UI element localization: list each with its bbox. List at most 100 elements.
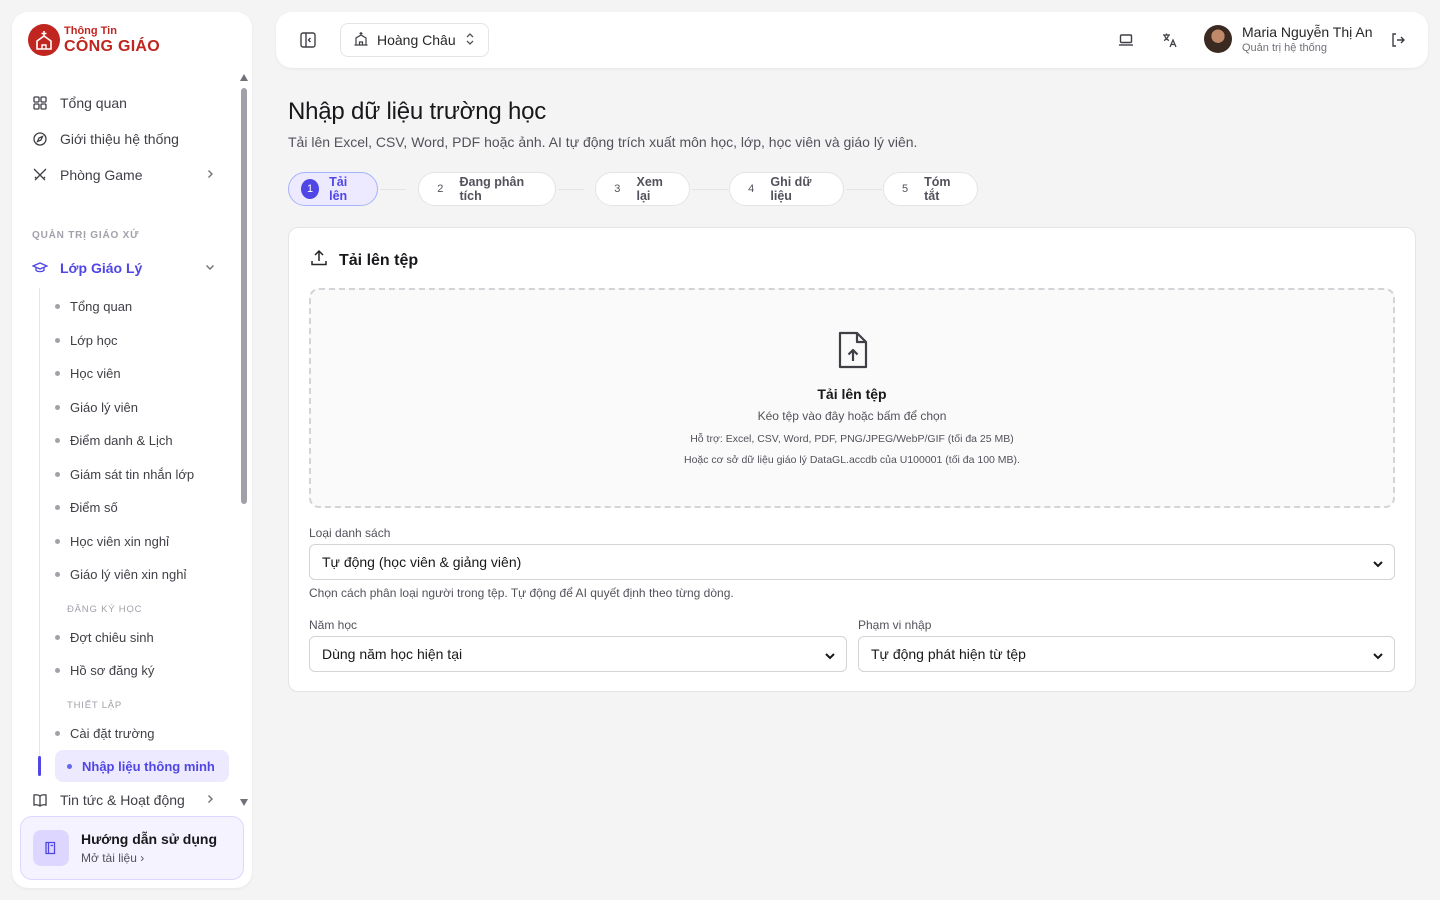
- parish-selector[interactable]: Hoàng Châu: [340, 23, 489, 57]
- import-scope-select[interactable]: Tự động phát hiện từ tệp: [858, 636, 1395, 672]
- page-title: Nhập dữ liệu trường học: [288, 98, 547, 125]
- sidebar-item-game-room[interactable]: Phòng Game: [32, 161, 232, 189]
- file-upload-icon: [836, 330, 870, 375]
- chevron-down-icon: [204, 260, 216, 276]
- sidebar-item-label: Tổng quan: [60, 95, 127, 111]
- sidebar-subitem-label: Giám sát tin nhắn lớp: [70, 466, 195, 482]
- chevrons-up-down-icon: [464, 32, 476, 49]
- sidebar-subitem-smart-import[interactable]: Nhập liệu thông minh: [55, 750, 229, 782]
- step-number: 4: [748, 183, 755, 195]
- sidebar-subitem[interactable]: Giáo lý viên: [55, 393, 138, 421]
- list-type-value: Tự động (học viên & giảng viên): [322, 554, 522, 570]
- grid-icon: [32, 95, 48, 111]
- sidebar-subitem-label: Giáo lý viên: [70, 399, 138, 415]
- step-label: Tóm tắt: [924, 175, 951, 203]
- chevron-right-small-icon: ›: [140, 851, 145, 865]
- step-connector: [846, 189, 882, 190]
- list-type-label: Loại danh sách: [309, 526, 391, 540]
- swords-icon: [32, 167, 48, 183]
- sidebar-subitem[interactable]: Học viên xin nghỉ: [55, 527, 169, 555]
- guide-open-docs-link[interactable]: Mở tài liệu ›: [81, 851, 217, 865]
- step-number: 2: [437, 183, 444, 195]
- laptop-icon[interactable]: [1116, 30, 1136, 50]
- scroll-up-arrow-icon[interactable]: [240, 74, 248, 81]
- card-title: Tải lên tệp: [339, 251, 419, 269]
- dropzone-supported-formats: Hỗ trợ: Excel, CSV, Word, PDF, PNG/JPEG/…: [690, 433, 1014, 445]
- translate-icon[interactable]: [1160, 30, 1180, 50]
- section-enrollment: ĐĂNG KÝ HỌC: [67, 604, 143, 615]
- bullet-dot: [55, 370, 60, 376]
- parish-name: Hoàng Châu: [377, 32, 456, 48]
- sidebar-subitem[interactable]: Điểm số: [55, 493, 118, 521]
- sidebar-item-label: Tin tức & Hoạt động: [60, 792, 185, 808]
- list-type-select[interactable]: Tự động (học viên & giảng viên): [309, 544, 1395, 580]
- chevron-right-icon: [204, 167, 216, 183]
- sidebar-subitem-label: Điểm danh & Lịch: [70, 432, 173, 448]
- step-number: 3: [614, 183, 621, 195]
- dropzone-description: Kéo tệp vào đây hoặc bấm để chọn: [757, 409, 947, 423]
- book-icon: [33, 830, 69, 866]
- import-stepper: 1 Tải lên 2 Đang phân tích 3 Xem lại 4 G…: [288, 172, 1008, 206]
- sidebar-subitem[interactable]: Hồ sơ đăng ký: [55, 656, 154, 684]
- sidebar-item-label: Phòng Game: [60, 167, 143, 183]
- sidebar-item-label: Giới thiệu hệ thống: [60, 131, 179, 147]
- sidebar-subitem[interactable]: Giám sát tin nhắn lớp: [55, 460, 194, 488]
- bullet-dot: [55, 634, 60, 640]
- sidebar-scrollbar[interactable]: [238, 74, 250, 806]
- top-header: Hoàng Châu Maria Nguyễn Thị An Quản trị …: [276, 12, 1428, 68]
- file-dropzone[interactable]: Tải lên tệp Kéo tệp vào đây hoặc bấm để …: [309, 288, 1395, 508]
- logout-icon[interactable]: [1388, 30, 1408, 50]
- sidebar-subitem[interactable]: Giáo lý viên xin nghỉ: [55, 560, 186, 588]
- user-profile[interactable]: Maria Nguyễn Thị An Quản trị hệ thống: [1204, 24, 1372, 54]
- bullet-dot: [55, 303, 60, 309]
- chevron-down-icon: [824, 649, 836, 665]
- section-setup: THIẾT LẬP: [67, 700, 123, 711]
- sidebar-subitem[interactable]: Cài đặt trường: [55, 719, 154, 747]
- compass-icon: [32, 131, 48, 147]
- step-review[interactable]: 3 Xem lại: [595, 172, 690, 206]
- guide-title: Hướng dẫn sử dụng: [81, 831, 217, 847]
- step-write-data[interactable]: 4 Ghi dữ liệu: [729, 172, 844, 206]
- bullet-dot: [55, 571, 60, 577]
- step-summary[interactable]: 5 Tóm tắt: [883, 172, 978, 206]
- school-year-label: Năm học: [309, 618, 358, 632]
- step-upload[interactable]: 1 Tải lên: [288, 172, 378, 206]
- sidebar-subitem-label: Hồ sơ đăng ký: [70, 662, 155, 678]
- sidebar-subitem[interactable]: Tổng quan: [55, 292, 132, 320]
- sidebar-toggle-icon[interactable]: [296, 28, 320, 52]
- sidebar-subitem[interactable]: Lớp học: [55, 326, 118, 354]
- step-connector: [692, 189, 728, 190]
- bullet-dot: [55, 337, 60, 343]
- sidebar-subitem-label: Học viên: [70, 365, 121, 381]
- dropzone-title: Tải lên tệp: [817, 386, 887, 402]
- step-connector: [558, 189, 584, 190]
- sidebar-item-catechism[interactable]: Lớp Giáo Lý: [32, 254, 232, 282]
- sidebar-item-overview[interactable]: Tổng quan: [32, 89, 127, 117]
- user-guide-card[interactable]: Hướng dẫn sử dụng Mở tài liệu ›: [20, 816, 244, 880]
- sidebar-subitem-label: Lớp học: [70, 332, 118, 348]
- school-year-select[interactable]: Dùng năm học hiện tại: [309, 636, 847, 672]
- step-analyzing[interactable]: 2 Đang phân tích: [418, 172, 556, 206]
- scroll-down-arrow-icon[interactable]: [240, 799, 248, 806]
- sidebar-subitem[interactable]: Đợt chiêu sinh: [55, 623, 154, 651]
- app-logo[interactable]: Thông Tin CÔNG GIÁO: [28, 24, 160, 56]
- scroll-thumb[interactable]: [241, 88, 247, 504]
- sidebar: Thông Tin CÔNG GIÁO Tổng quan Giới thiệu…: [12, 12, 252, 888]
- sidebar-nav: Tổng quan Giới thiệu hệ thống Phòng Game…: [12, 82, 252, 812]
- sidebar-subitem[interactable]: Điểm danh & Lịch: [55, 426, 173, 454]
- sidebar-item-news[interactable]: Tin tức & Hoạt động: [32, 786, 232, 812]
- card-header: Tải lên tệp: [309, 248, 418, 273]
- church-logo-icon: [28, 24, 60, 56]
- bullet-dot: [55, 667, 60, 673]
- step-label: Ghi dữ liệu: [770, 175, 812, 203]
- user-name: Maria Nguyễn Thị An: [1242, 24, 1373, 40]
- upload-card: Tải lên tệp Tải lên tệp Kéo tệp vào đây …: [288, 227, 1416, 692]
- sidebar-item-intro[interactable]: Giới thiệu hệ thống: [32, 125, 179, 153]
- dropzone-database-note: Hoặc cơ sở dữ liệu giáo lý DataGL.accdb …: [684, 454, 1020, 466]
- step-label: Xem lại: [636, 175, 663, 203]
- page-subtitle: Tải lên Excel, CSV, Word, PDF hoặc ảnh. …: [288, 134, 918, 150]
- sidebar-subitem-label: Điểm số: [70, 499, 118, 515]
- sidebar-subitem-label: Tổng quan: [70, 298, 133, 314]
- sidebar-subitem[interactable]: Học viên: [55, 359, 121, 387]
- bullet-dot: [55, 437, 60, 443]
